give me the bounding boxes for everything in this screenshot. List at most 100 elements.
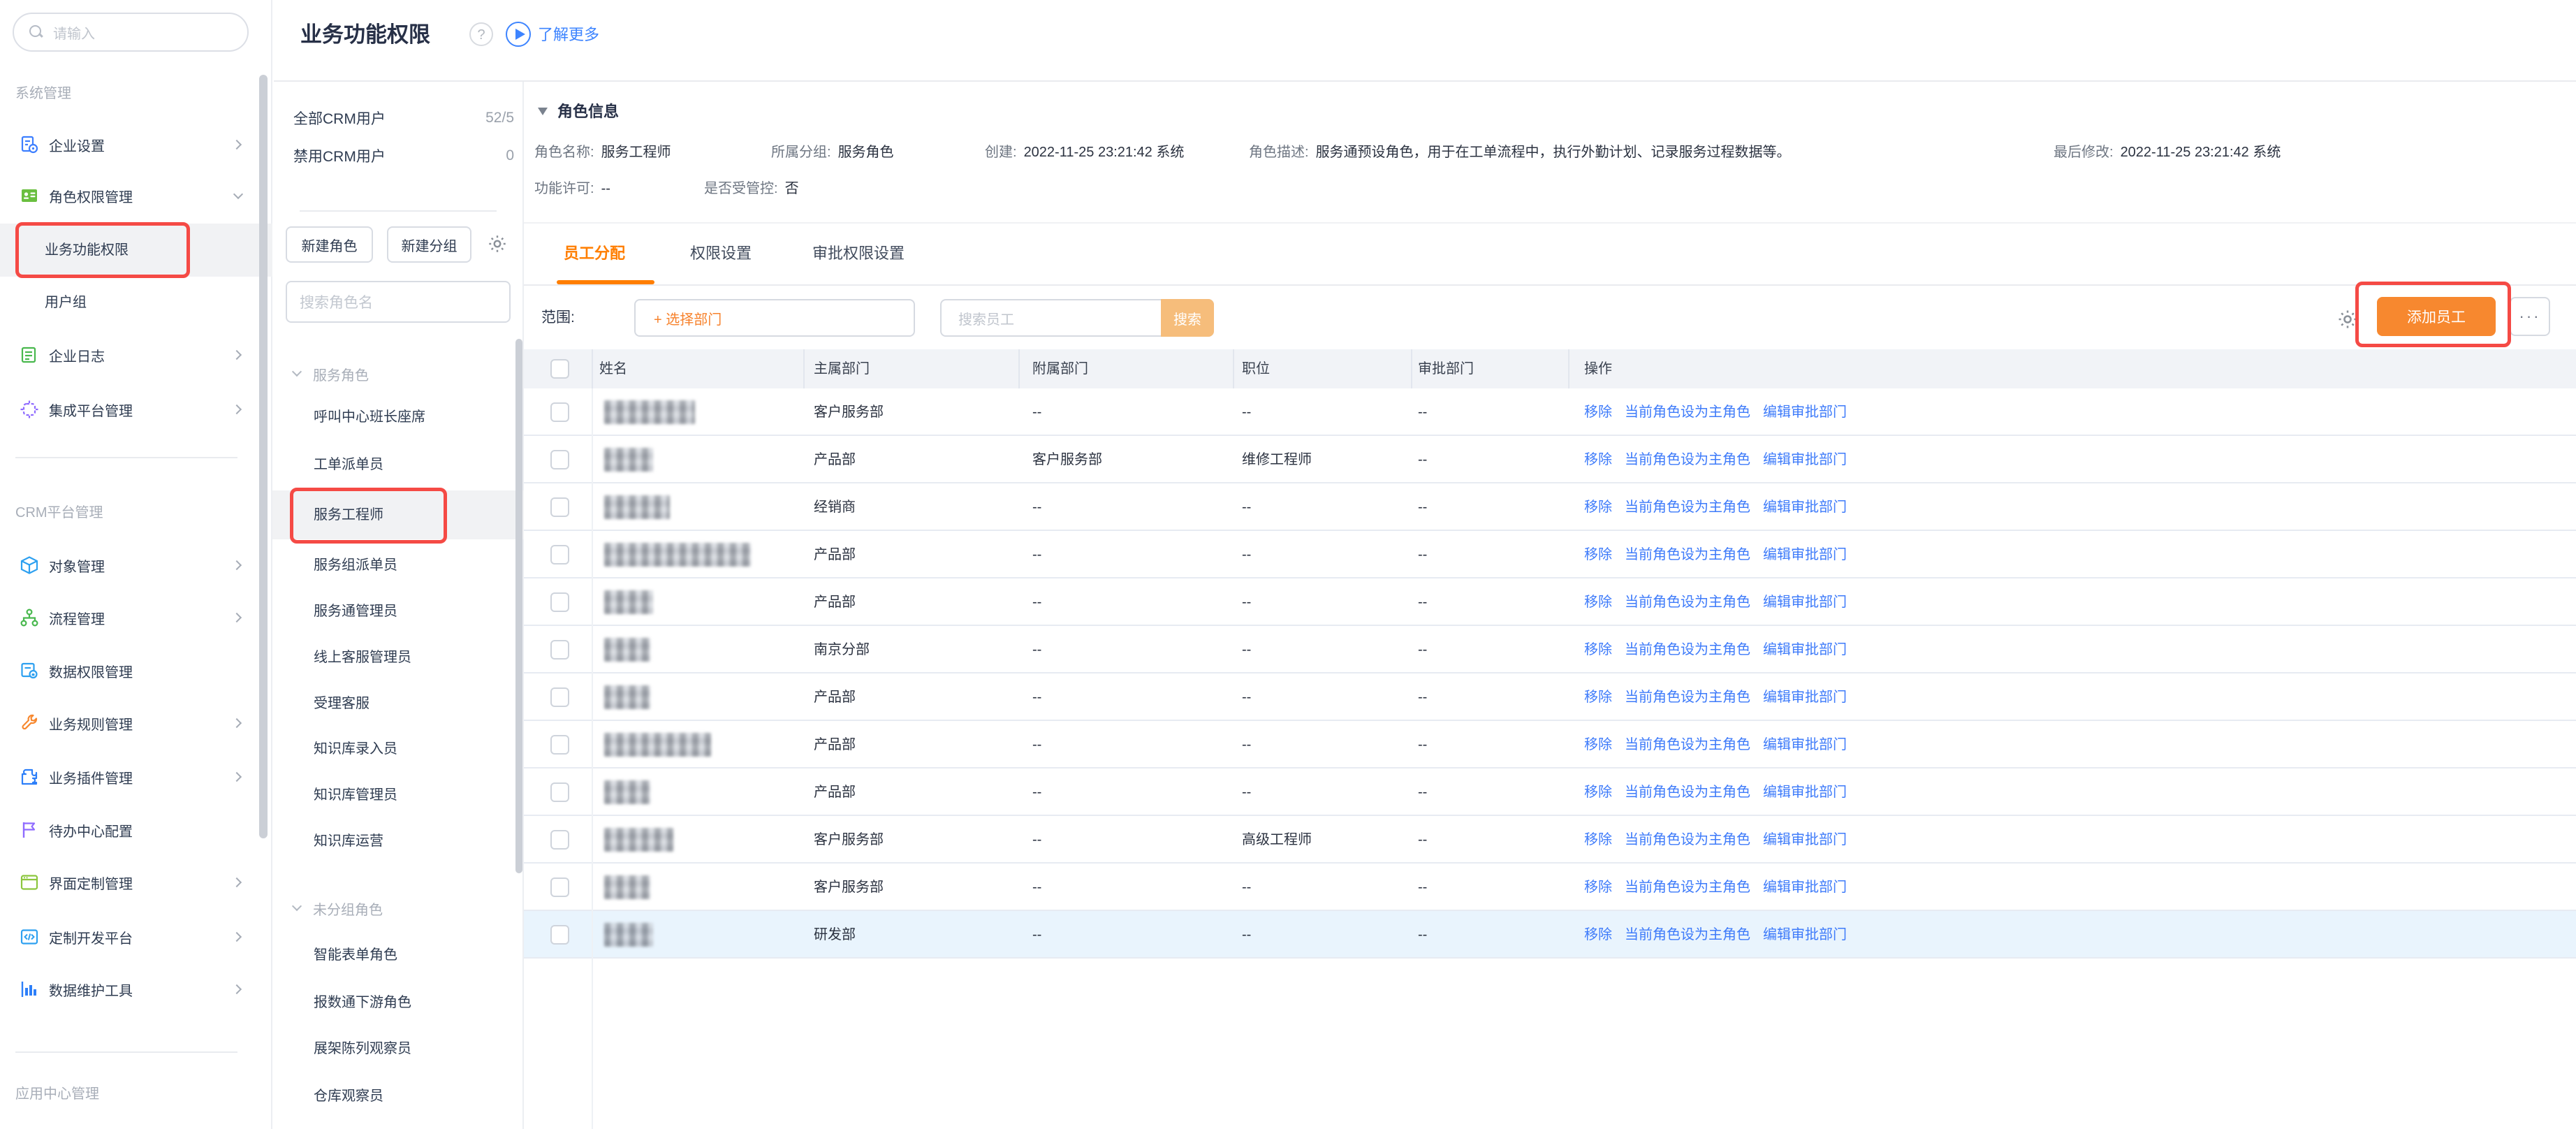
role-item[interactable]: 知识库录入员 <box>272 732 524 766</box>
sidebar-item-data-maintenance-tools[interactable]: 数据维护工具 <box>0 970 272 1009</box>
column-header-position[interactable]: 职位 <box>1242 349 1270 388</box>
more-actions-button[interactable]: ··· <box>2510 297 2550 336</box>
edit-approval-dept-link[interactable]: 编辑审批部门 <box>1763 642 1847 657</box>
roles-scrollbar[interactable] <box>515 339 522 873</box>
role-item[interactable]: 线上客服管理员 <box>272 641 524 674</box>
new-group-button[interactable]: 新建分组 <box>387 226 471 263</box>
remove-link[interactable]: 移除 <box>1584 927 1612 942</box>
role-item[interactable]: 报数通下游角色 <box>272 986 524 1019</box>
set-main-role-link[interactable]: 当前角色设为主角色 <box>1625 737 1750 752</box>
edit-approval-dept-link[interactable]: 编辑审批部门 <box>1763 405 1847 420</box>
column-header-approval-dept[interactable]: 审批部门 <box>1418 349 1474 388</box>
sidebar-item-role-permission[interactable]: 角色权限管理 <box>0 176 272 215</box>
remove-link[interactable]: 移除 <box>1584 880 1612 895</box>
edit-approval-dept-link[interactable]: 编辑审批部门 <box>1763 595 1847 610</box>
sidebar-scrollbar[interactable] <box>259 75 268 838</box>
remove-link[interactable]: 移除 <box>1584 500 1612 515</box>
column-header-operations[interactable]: 操作 <box>1584 349 1612 388</box>
role-item[interactable]: 知识库运营 <box>272 824 524 858</box>
play-icon[interactable] <box>506 22 531 47</box>
row-checkbox[interactable] <box>550 592 569 612</box>
remove-link[interactable]: 移除 <box>1584 642 1612 657</box>
remove-link[interactable]: 移除 <box>1584 405 1612 420</box>
select-department-input[interactable]: + 选择部门 <box>634 299 915 337</box>
edit-approval-dept-link[interactable]: 编辑审批部门 <box>1763 452 1847 467</box>
sidebar-item-business-rules[interactable]: 业务规则管理 <box>0 704 272 743</box>
row-checkbox[interactable] <box>550 545 569 564</box>
set-main-role-link[interactable]: 当前角色设为主角色 <box>1625 642 1750 657</box>
sidebar-item-business-function-permission[interactable]: 业务功能权限 <box>0 224 272 277</box>
table-settings-gear-icon[interactable] <box>2336 307 2359 331</box>
row-checkbox[interactable] <box>550 830 569 850</box>
role-item[interactable]: 呼叫中心班长座席 <box>272 400 524 434</box>
sidebar-item-enterprise-log[interactable]: 企业日志 <box>0 335 272 374</box>
role-item[interactable]: 服务通管理员 <box>272 595 524 628</box>
remove-link[interactable]: 移除 <box>1584 452 1612 467</box>
edit-approval-dept-link[interactable]: 编辑审批部门 <box>1763 737 1847 752</box>
role-item-selected[interactable]: 服务工程师 <box>272 490 524 539</box>
role-info-section-header[interactable]: 角色信息 <box>538 94 619 127</box>
sidebar-search-input[interactable]: 请输入 <box>13 13 249 52</box>
row-checkbox[interactable] <box>550 497 569 517</box>
row-checkbox[interactable] <box>550 402 569 422</box>
role-item[interactable]: 受理客服 <box>272 687 524 720</box>
select-all-checkbox[interactable] <box>550 359 569 379</box>
set-main-role-link[interactable]: 当前角色设为主角色 <box>1625 880 1750 895</box>
row-checkbox[interactable] <box>550 735 569 755</box>
role-item[interactable]: 服务组派单员 <box>272 548 524 582</box>
role-search-input[interactable]: 搜索角色名 <box>286 281 511 323</box>
tab-permission-settings[interactable]: 权限设置 <box>690 235 752 272</box>
set-main-role-link[interactable]: 当前角色设为主角色 <box>1625 405 1750 420</box>
row-checkbox[interactable] <box>550 782 569 802</box>
role-group-service[interactable]: 服务角色 <box>272 357 524 391</box>
set-main-role-link[interactable]: 当前角色设为主角色 <box>1625 927 1750 942</box>
disabled-crm-users-row[interactable]: 禁用CRM用户 0 <box>293 139 514 173</box>
set-main-role-link[interactable]: 当前角色设为主角色 <box>1625 690 1750 705</box>
row-checkbox[interactable] <box>550 925 569 945</box>
sidebar-item-custom-dev-platform[interactable]: 定制开发平台 <box>0 917 272 956</box>
role-group-ungrouped[interactable]: 未分组角色 <box>272 891 524 925</box>
all-crm-users-row[interactable]: 全部CRM用户 52/5 <box>293 101 514 135</box>
set-main-role-link[interactable]: 当前角色设为主角色 <box>1625 832 1750 847</box>
role-item[interactable]: 智能表单角色 <box>272 938 524 972</box>
set-main-role-link[interactable]: 当前角色设为主角色 <box>1625 547 1750 562</box>
set-main-role-link[interactable]: 当前角色设为主角色 <box>1625 500 1750 515</box>
role-item[interactable]: 工单派单员 <box>272 448 524 481</box>
sidebar-item-data-permission[interactable]: 数据权限管理 <box>0 651 272 690</box>
remove-link[interactable]: 移除 <box>1584 785 1612 800</box>
remove-link[interactable]: 移除 <box>1584 595 1612 610</box>
role-item[interactable]: 展架陈列观察员 <box>272 1032 524 1065</box>
column-header-secondary-dept[interactable]: 附属部门 <box>1032 349 1088 388</box>
tab-employee-assignment[interactable]: 员工分配 <box>564 235 625 272</box>
tab-approval-permission-settings[interactable]: 审批权限设置 <box>812 235 905 272</box>
sidebar-item-business-plugins[interactable]: 业务插件管理 <box>0 757 272 796</box>
remove-link[interactable]: 移除 <box>1584 690 1612 705</box>
remove-link[interactable]: 移除 <box>1584 832 1612 847</box>
sidebar-item-integration-platform[interactable]: 集成平台管理 <box>0 390 272 429</box>
row-checkbox[interactable] <box>550 450 569 469</box>
sidebar-item-process-management[interactable]: 流程管理 <box>0 598 272 637</box>
search-button[interactable]: 搜索 <box>1161 299 1214 337</box>
employee-search-input[interactable]: 搜索员工 搜索 <box>940 299 1214 337</box>
row-checkbox[interactable] <box>550 640 569 660</box>
edit-approval-dept-link[interactable]: 编辑审批部门 <box>1763 785 1847 800</box>
set-main-role-link[interactable]: 当前角色设为主角色 <box>1625 452 1750 467</box>
sidebar-item-enterprise-settings[interactable]: 企业设置 <box>0 125 272 164</box>
role-settings-gear-icon[interactable] <box>486 233 508 255</box>
edit-approval-dept-link[interactable]: 编辑审批部门 <box>1763 880 1847 895</box>
edit-approval-dept-link[interactable]: 编辑审批部门 <box>1763 500 1847 515</box>
edit-approval-dept-link[interactable]: 编辑审批部门 <box>1763 927 1847 942</box>
row-checkbox[interactable] <box>550 687 569 707</box>
remove-link[interactable]: 移除 <box>1584 547 1612 562</box>
sidebar-item-user-group[interactable]: 用户组 <box>0 283 272 322</box>
edit-approval-dept-link[interactable]: 编辑审批部门 <box>1763 547 1847 562</box>
column-header-primary-dept[interactable]: 主属部门 <box>814 349 870 388</box>
row-checkbox[interactable] <box>550 877 569 897</box>
edit-approval-dept-link[interactable]: 编辑审批部门 <box>1763 690 1847 705</box>
remove-link[interactable]: 移除 <box>1584 737 1612 752</box>
learn-more-link[interactable]: 了解更多 <box>538 18 599 52</box>
sidebar-item-ui-customization[interactable]: 界面定制管理 <box>0 863 272 902</box>
column-header-name[interactable]: 姓名 <box>599 349 627 388</box>
edit-approval-dept-link[interactable]: 编辑审批部门 <box>1763 832 1847 847</box>
add-employee-button[interactable]: 添加员工 <box>2377 297 2496 336</box>
